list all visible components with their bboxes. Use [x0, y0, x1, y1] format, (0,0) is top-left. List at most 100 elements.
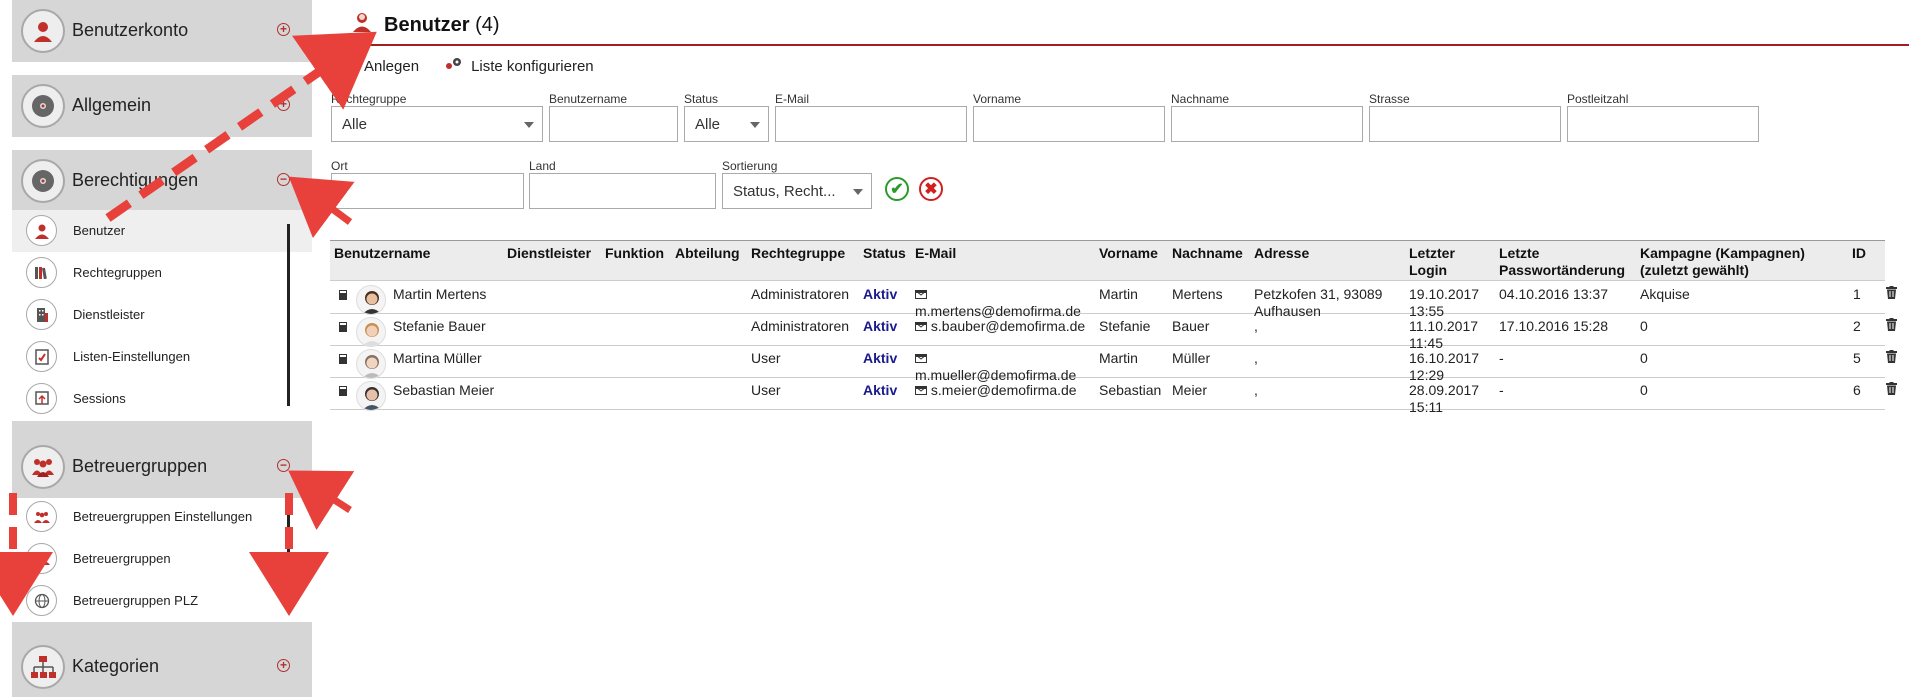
- col-funktion[interactable]: Funktion: [605, 245, 664, 262]
- sidebar-section-allgemein[interactable]: Allgemein +: [12, 75, 312, 137]
- page-title-text: Benutzer: [384, 14, 470, 36]
- cell-passwortaenderung: 04.10.2016 13:37: [1499, 286, 1608, 302]
- cell-rechtegruppe: User: [751, 382, 781, 398]
- sidebar-item-betreuergruppen-einstellungen[interactable]: Betreuergruppen Einstellungen: [12, 496, 312, 538]
- edit-icon[interactable]: [339, 319, 347, 335]
- table-row[interactable]: Stefanie Bauer Administratoren Aktiv s.b…: [330, 314, 1897, 351]
- col-letzter-login[interactable]: Letzter Login: [1409, 245, 1455, 279]
- cell-vorname: Stefanie: [1099, 318, 1151, 334]
- sidebar-item-benutzer[interactable]: Benutzer: [12, 210, 312, 252]
- reset-filter-button[interactable]: ✖: [919, 177, 943, 201]
- col-adresse[interactable]: Adresse: [1254, 245, 1309, 262]
- sidebar-item-betreuergruppen-plz[interactable]: Betreuergruppen PLZ: [12, 580, 312, 622]
- col-passwortaenderung[interactable]: Letzte Passwortänderung: [1499, 245, 1625, 279]
- trash-icon[interactable]: [1886, 350, 1897, 366]
- create-button[interactable]: Anlegen: [340, 56, 419, 76]
- vorname-input[interactable]: [973, 106, 1165, 142]
- col-kampagne[interactable]: Kampagne (Kampagnen) (zuletzt gewählt): [1640, 245, 1805, 279]
- address-line: ,: [1254, 318, 1258, 334]
- disc-icon: [21, 84, 65, 128]
- col-id[interactable]: ID: [1852, 245, 1866, 262]
- edit-icon[interactable]: [339, 287, 347, 303]
- table-row[interactable]: Sebastian Meier User Aktiv s.meier@demof…: [330, 378, 1897, 415]
- filter-label-benutzername: Benutzername: [549, 92, 628, 106]
- sidebar-section-betreuergruppen[interactable]: Betreuergruppen −: [12, 436, 312, 498]
- plus-circle-icon: [340, 56, 356, 76]
- cell-id: 6: [1853, 382, 1861, 398]
- table-row[interactable]: Martina Müller User Aktiv m.mueller@demo…: [330, 346, 1897, 383]
- sidebar-item-betreuergruppen[interactable]: Betreuergruppen: [12, 538, 312, 580]
- header-line: Passwortänderung: [1499, 262, 1626, 278]
- land-input[interactable]: [529, 173, 716, 209]
- sidebar-section-benutzerkonto[interactable]: Benutzerkonto +: [12, 0, 312, 62]
- list-settings-icon: [26, 341, 57, 372]
- sidebar-section-berechtigungen[interactable]: Berechtigungen −: [12, 150, 312, 212]
- email-input[interactable]: [775, 106, 967, 142]
- scrollbar[interactable]: [287, 511, 290, 577]
- building-icon: [26, 299, 57, 330]
- sidebar-item-label: Betreuergruppen PLZ: [73, 593, 199, 608]
- col-benutzername[interactable]: Benutzername: [334, 245, 430, 262]
- collapse-icon[interactable]: −: [277, 459, 290, 472]
- sidebar-item-rechtegruppen[interactable]: Rechtegruppen: [12, 252, 312, 294]
- expand-icon[interactable]: +: [277, 98, 290, 111]
- strasse-input[interactable]: [1369, 106, 1561, 142]
- cell-passwortaenderung: 17.10.2016 15:28: [1499, 318, 1608, 334]
- email-link[interactable]: s.meier@demofirma.de: [931, 382, 1077, 398]
- filter-label-land: Land: [529, 159, 556, 173]
- trash-icon[interactable]: [1886, 286, 1897, 302]
- cell-benutzername: Sebastian Meier: [393, 382, 495, 398]
- envelope-icon: [915, 286, 927, 302]
- collapse-icon[interactable]: −: [277, 173, 290, 186]
- expand-icon[interactable]: +: [277, 23, 290, 36]
- edit-icon[interactable]: [339, 383, 347, 399]
- sidebar-item-label: Betreuergruppen Einstellungen: [73, 509, 253, 524]
- sidebar-item-label: Listen-Einstellungen: [73, 349, 191, 364]
- rechtegruppe-select[interactable]: Alle: [331, 106, 543, 142]
- sidebar-item-listen-einstellungen[interactable]: Listen-Einstellungen: [12, 336, 312, 378]
- sidebar-item-label: Betreuergruppen: [73, 551, 171, 566]
- table-header: Benutzername Dienstleister Funktion Abte…: [330, 240, 1885, 281]
- login-date: 11.10.2017: [1409, 318, 1479, 334]
- cell-kampagne: Akquise: [1640, 286, 1690, 302]
- section-title: Kategorien: [72, 656, 160, 676]
- col-vorname[interactable]: Vorname: [1099, 245, 1158, 262]
- login-date: 28.09.2017: [1409, 382, 1480, 398]
- trash-icon[interactable]: [1886, 318, 1897, 334]
- cell-rechtegruppe: Administratoren: [751, 286, 850, 302]
- configure-list-button[interactable]: Liste konfigurieren: [443, 57, 594, 75]
- table-row[interactable]: Martin Mertens Administratoren Aktiv m.m…: [330, 282, 1897, 319]
- create-label: Anlegen: [364, 57, 420, 75]
- sortierung-select[interactable]: Status, Recht...: [722, 173, 872, 209]
- login-date: 19.10.2017: [1409, 286, 1480, 302]
- address-line: ,: [1254, 350, 1258, 366]
- edit-icon[interactable]: [339, 351, 347, 367]
- ort-input[interactable]: [331, 173, 524, 209]
- expand-icon[interactable]: +: [277, 659, 290, 672]
- status-select[interactable]: Alle: [684, 106, 769, 142]
- col-email[interactable]: E-Mail: [915, 245, 956, 262]
- sidebar-item-sessions[interactable]: Sessions: [12, 378, 312, 420]
- cell-id: 5: [1853, 350, 1861, 366]
- nachname-input[interactable]: [1171, 106, 1363, 142]
- col-dienstleister[interactable]: Dienstleister: [507, 245, 591, 262]
- filter-label-ort: Ort: [331, 159, 348, 173]
- cell-nachname: Müller: [1172, 350, 1211, 366]
- trash-icon[interactable]: [1886, 382, 1897, 398]
- login-date: 16.10.2017: [1409, 350, 1480, 366]
- email-link[interactable]: s.bauber@demofirma.de: [931, 318, 1085, 334]
- col-abteilung[interactable]: Abteilung: [675, 245, 740, 262]
- sidebar-item-dienstleister[interactable]: Dienstleister: [12, 294, 312, 336]
- section-title: Allgemein: [72, 95, 152, 115]
- apply-filter-button[interactable]: ✔: [885, 177, 909, 201]
- col-status[interactable]: Status: [863, 245, 906, 262]
- cell-id: 2: [1853, 318, 1861, 334]
- address-line: ,: [1254, 382, 1258, 398]
- benutzername-input[interactable]: [549, 106, 678, 142]
- col-nachname[interactable]: Nachname: [1172, 245, 1243, 262]
- scrollbar[interactable]: [287, 224, 290, 406]
- plz-input[interactable]: [1567, 106, 1759, 142]
- sidebar-section-kategorien[interactable]: Kategorien +: [12, 636, 312, 697]
- avatar: [356, 349, 386, 379]
- col-rechtegruppe[interactable]: Rechtegruppe: [751, 245, 845, 262]
